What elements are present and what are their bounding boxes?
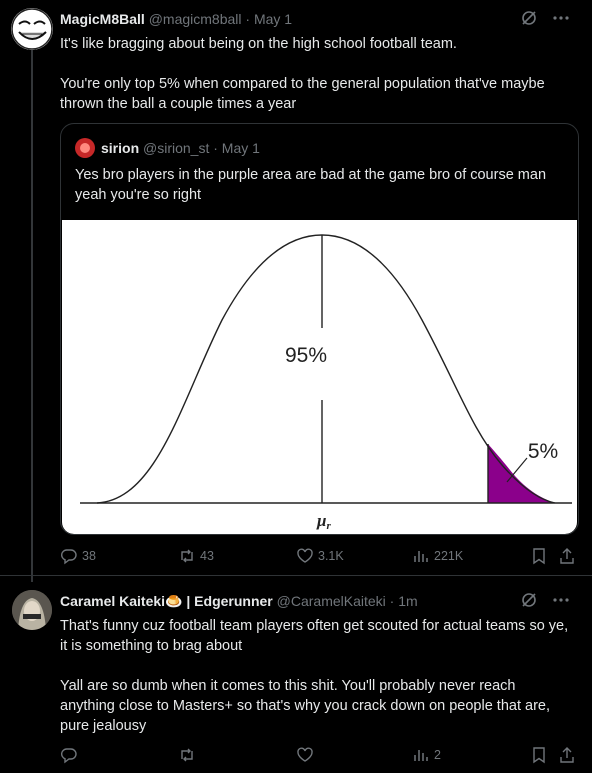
trollface-avatar-icon [11, 8, 53, 50]
view-count: 2 [434, 748, 441, 762]
share-button[interactable] [558, 546, 576, 566]
tweet-header: Caramel Kaiteki🍮 | Edgerunner @CaramelKa… [60, 591, 584, 611]
views-button[interactable]: 2 [412, 745, 441, 765]
like-icon [297, 548, 313, 563]
quote-header: sirion @sirion_st · May 1 [75, 138, 260, 158]
bookmark-button[interactable] [530, 546, 548, 566]
bookmark-icon [533, 548, 545, 565]
grok-icon[interactable] [520, 591, 538, 615]
reply-button[interactable] [60, 745, 82, 765]
like-icon [297, 747, 313, 762]
quote-timestamp[interactable]: · May 1 [213, 140, 260, 156]
reply-count: 38 [82, 549, 96, 563]
grok-icon[interactable] [520, 9, 538, 33]
quote-avatar[interactable] [75, 138, 95, 158]
share-icon [560, 747, 574, 763]
more-icon[interactable] [552, 9, 570, 33]
bell-curve [96, 234, 556, 504]
tweet-caramelkaiteki[interactable]: Caramel Kaiteki🍮 | Edgerunner @CaramelKa… [0, 575, 592, 773]
tweet-magicm8ball[interactable]: MagicM8Ball @magicm8ball · May 1 It's li… [0, 0, 592, 575]
avatar[interactable] [11, 8, 53, 50]
display-name[interactable]: Caramel Kaiteki🍮 | Edgerunner [60, 593, 273, 609]
action-bar: 2 [60, 745, 580, 765]
like-button[interactable]: 3.1K [296, 546, 344, 566]
tweet-text: That's funny cuz football team players o… [60, 616, 574, 736]
views-icon [414, 551, 428, 562]
mean-symbol-label: μr [316, 511, 331, 532]
view-count: 221K [434, 549, 464, 563]
tweet-paragraph: Yall are so dumb when it comes to this s… [60, 678, 550, 734]
tail-percent-label: 5% [528, 440, 558, 463]
display-name[interactable]: MagicM8Ball [60, 11, 145, 27]
repost-button[interactable]: 43 [178, 546, 214, 566]
share-button[interactable] [558, 745, 576, 765]
repost-count: 43 [200, 549, 214, 563]
action-bar: 38 43 3.1K 221K [60, 546, 580, 566]
repost-icon [181, 748, 193, 762]
quote-handle[interactable]: @sirion_st [143, 140, 209, 156]
more-icon[interactable] [552, 591, 570, 615]
like-button[interactable] [296, 745, 318, 765]
reply-button[interactable]: 38 [60, 546, 96, 566]
avatar[interactable] [12, 590, 52, 630]
tweet-paragraph: That's funny cuz football team players o… [60, 618, 569, 654]
quote-image[interactable]: 95% 5% μr [62, 220, 577, 534]
timestamp[interactable]: · 1m [390, 593, 418, 609]
views-button[interactable]: 221K [412, 546, 463, 566]
tweet-paragraph: You're only top 5% when compared to the … [60, 76, 545, 112]
views-icon [414, 750, 428, 761]
timestamp[interactable]: · May 1 [245, 11, 292, 27]
character-avatar-icon [12, 590, 52, 630]
share-icon [560, 548, 574, 564]
handle[interactable]: @CaramelKaiteki [277, 593, 386, 609]
bookmark-button[interactable] [530, 745, 548, 765]
bookmark-icon [533, 747, 545, 764]
tweet-paragraph: It's like bragging about being on the hi… [60, 36, 457, 52]
handle[interactable]: @magicm8ball [149, 11, 242, 27]
bell-curve-illustration: 95% 5% μr [80, 234, 572, 532]
like-count: 3.1K [318, 549, 344, 563]
repost-icon [181, 549, 193, 563]
quoted-tweet[interactable]: sirion @sirion_st · May 1 Yes bro player… [60, 123, 579, 535]
tweet-header: MagicM8Ball @magicm8ball · May 1 [60, 9, 584, 29]
reply-icon [61, 748, 77, 764]
tweet-text: It's like bragging about being on the hi… [60, 34, 574, 114]
repost-button[interactable] [178, 745, 200, 765]
quote-display-name[interactable]: sirion [101, 140, 139, 156]
quote-text: Yes bro players in the purple area are b… [75, 167, 547, 203]
center-percent-label: 95% [285, 344, 327, 367]
reply-icon [61, 549, 77, 565]
